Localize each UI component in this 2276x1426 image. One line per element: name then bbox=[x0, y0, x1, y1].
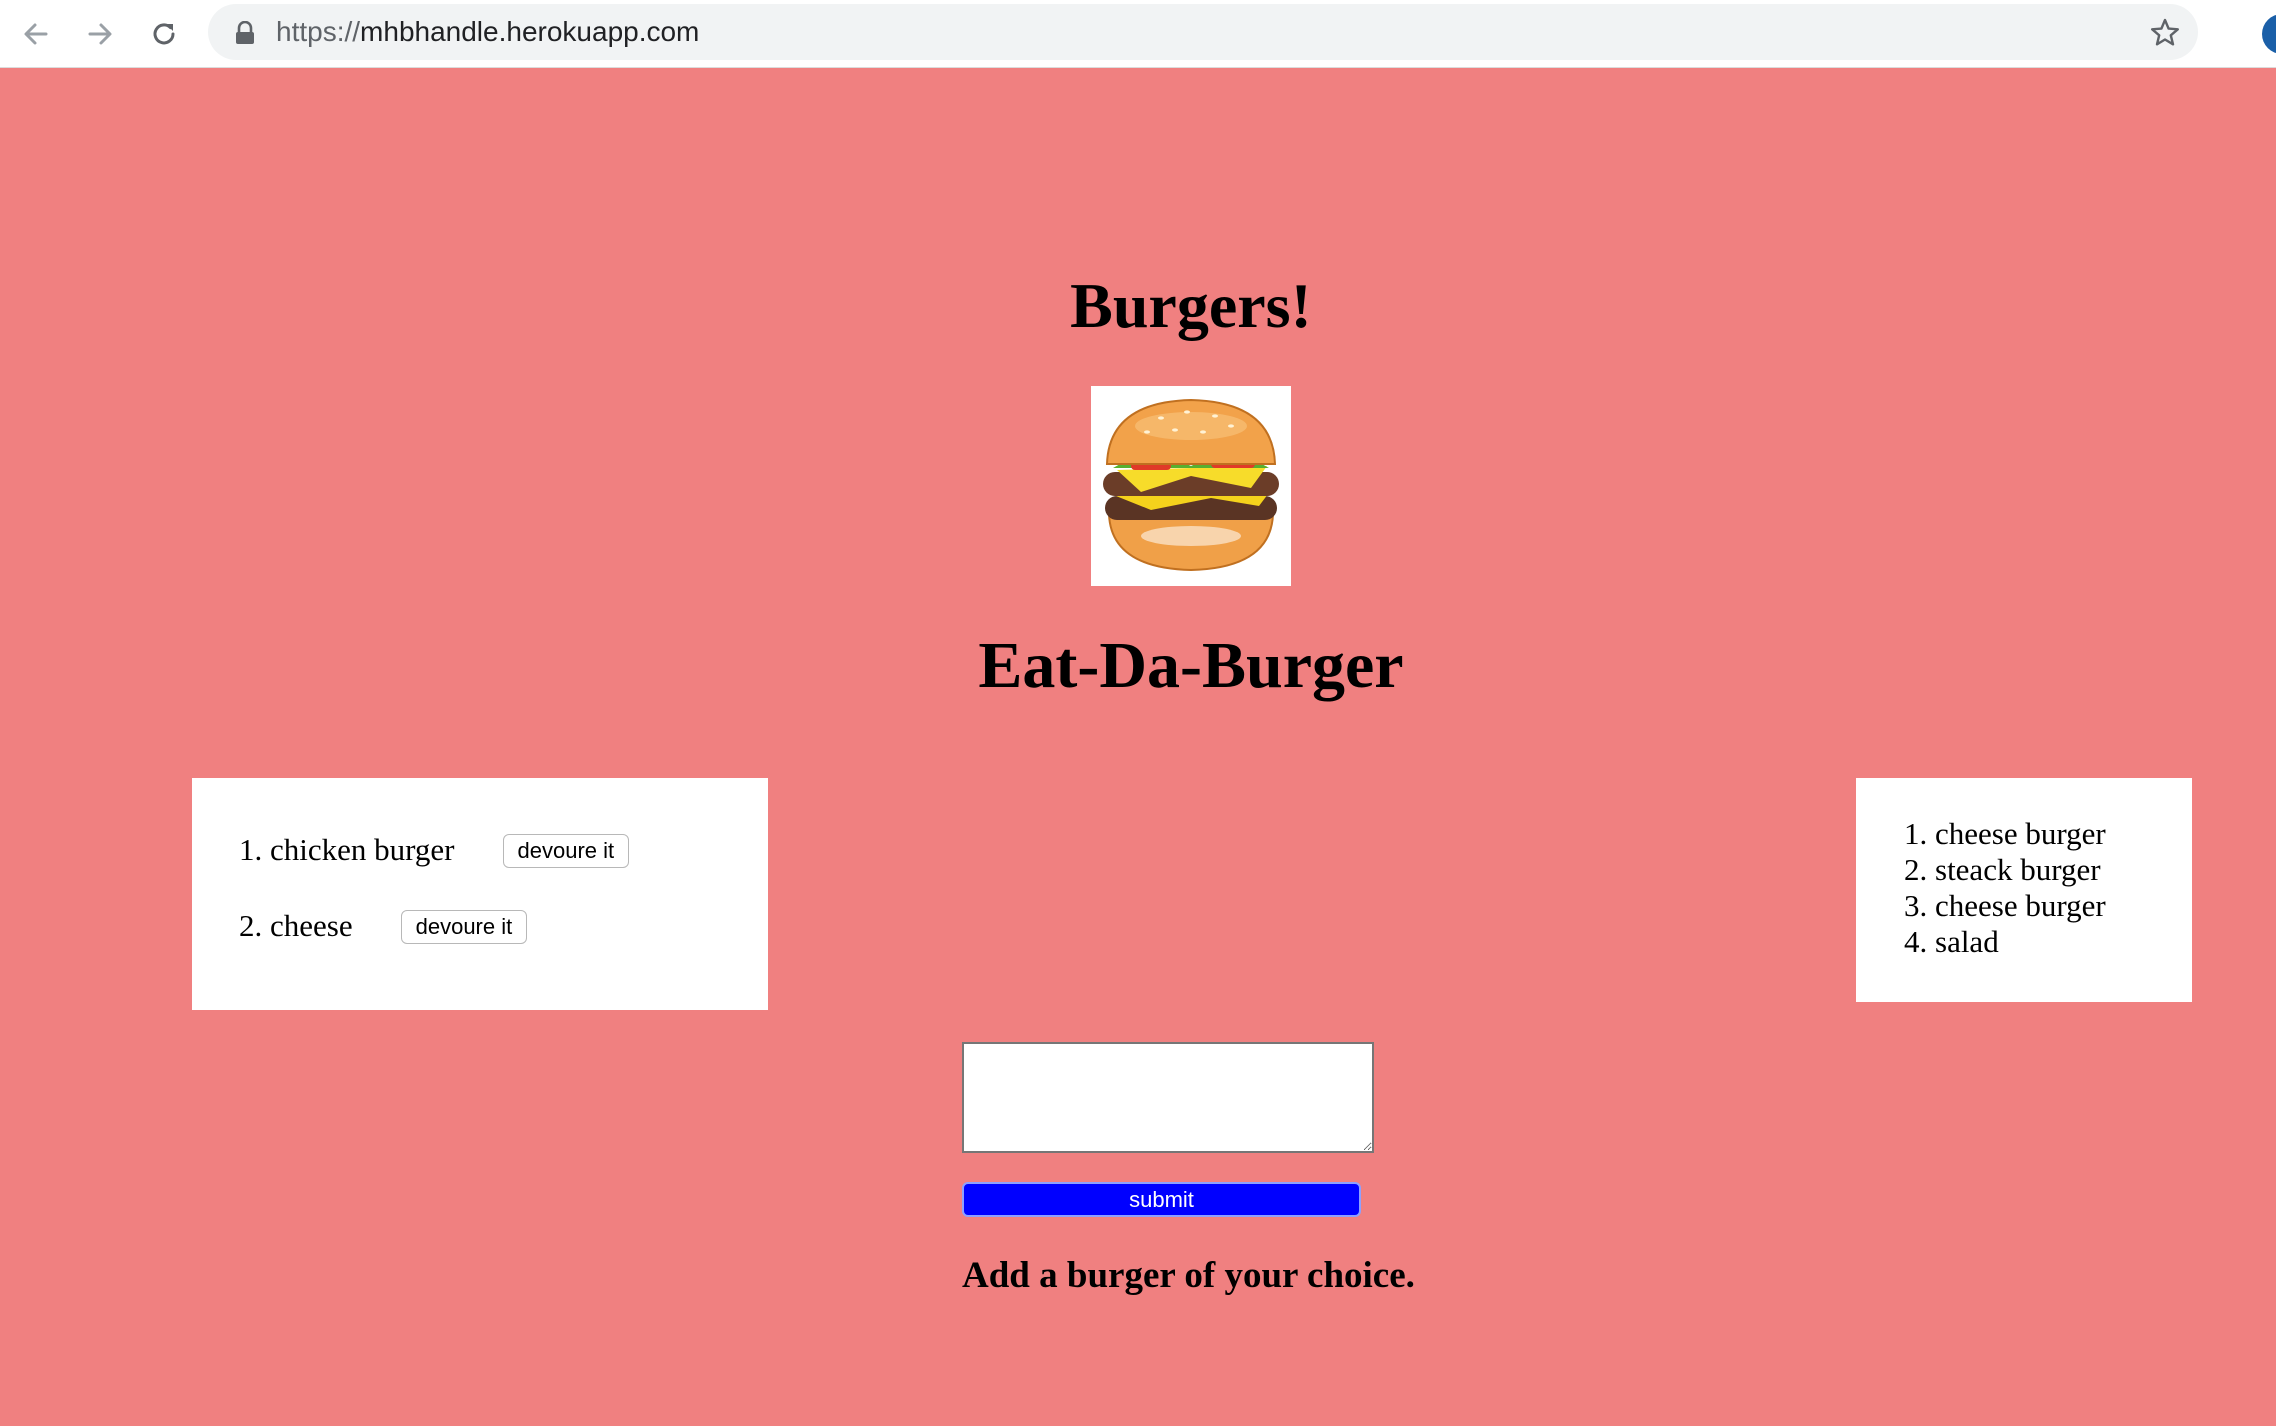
devour-button[interactable]: devoure it bbox=[400, 910, 528, 944]
page-title: Burgers! bbox=[1070, 270, 1312, 341]
address-bar[interactable]: https://mhbhandle.herokuapp.com bbox=[208, 4, 2198, 60]
uncooked-burger-list: 1. chicken burger devoure it 2. cheese d… bbox=[239, 832, 630, 984]
list-item: 2. cheese devoure it bbox=[239, 908, 629, 984]
profile-avatar[interactable] bbox=[2262, 14, 2276, 54]
burger-name: 2. cheese bbox=[239, 908, 353, 943]
url-host: mhbhandle.herokuapp.com bbox=[360, 16, 700, 47]
url-text: https://mhbhandle.herokuapp.com bbox=[276, 4, 699, 60]
burger-name-input[interactable] bbox=[962, 1042, 1374, 1153]
page-subtitle: Eat-Da-Burger bbox=[978, 629, 1404, 702]
list-item: 1. cheese burger bbox=[1904, 816, 2106, 851]
list-item: 1. chicken burger devoure it bbox=[239, 832, 630, 908]
devoured-burgers-panel: 1. cheese burger 2. steack burger 3. che… bbox=[1856, 778, 2192, 1002]
uncooked-burgers-panel: 1. chicken burger devoure it 2. cheese d… bbox=[192, 778, 768, 1010]
browser-toolbar: https://mhbhandle.herokuapp.com bbox=[0, 0, 2276, 68]
form-hint: Add a burger of your choice. bbox=[962, 1255, 1415, 1296]
back-arrow-icon[interactable] bbox=[16, 14, 56, 54]
list-item: 2. steack burger bbox=[1904, 852, 2101, 887]
burger-image bbox=[1091, 386, 1291, 586]
devour-button[interactable]: devoure it bbox=[502, 834, 630, 868]
devoured-burger-list: 1. cheese burger 2. steack burger 3. che… bbox=[1904, 816, 2106, 960]
reload-icon[interactable] bbox=[144, 14, 184, 54]
lock-icon bbox=[236, 21, 254, 44]
burger-name: 1. chicken burger bbox=[239, 832, 455, 867]
list-item: 3. cheese burger bbox=[1904, 888, 2106, 923]
star-icon[interactable] bbox=[2148, 16, 2182, 50]
url-scheme: https:// bbox=[276, 16, 361, 47]
forward-arrow-icon[interactable] bbox=[80, 14, 120, 54]
list-item: 4. salad bbox=[1904, 924, 1999, 959]
submit-button[interactable]: submit bbox=[962, 1182, 1361, 1217]
